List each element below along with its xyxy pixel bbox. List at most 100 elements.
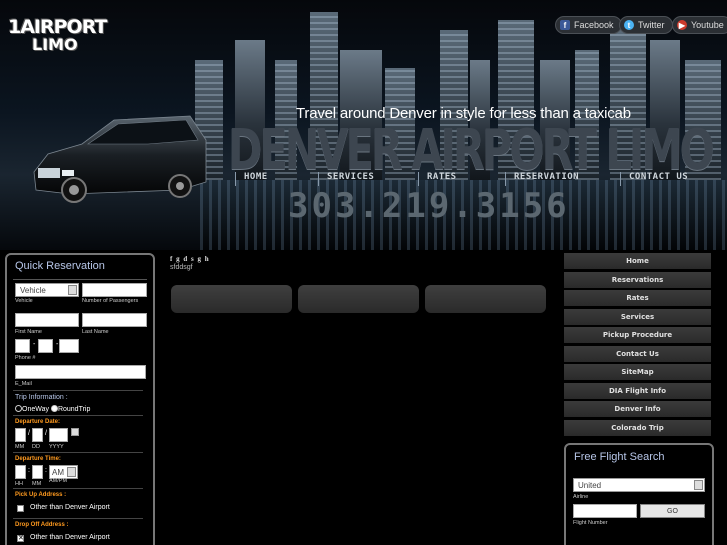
calendar-icon[interactable]: [71, 428, 79, 436]
quick-reservation-form: Vehicle Vehicle Number of Passengers Fir…: [13, 279, 147, 542]
logo-line2: LIMO: [32, 35, 78, 54]
youtube-icon: ▶: [677, 20, 687, 30]
nav-home[interactable]: HOME: [235, 172, 268, 186]
content-panel: [298, 285, 419, 313]
menu-item-rates[interactable]: Rates: [564, 290, 711, 306]
chevron-down-icon: [68, 285, 77, 295]
pickup-other-checkbox[interactable]: [17, 505, 24, 512]
nav-reservation[interactable]: RESERVATION: [505, 172, 579, 186]
flight-number-input[interactable]: [573, 504, 637, 518]
time-separator: :: [28, 467, 30, 474]
ampm-select-value: AM: [52, 468, 64, 477]
go-button[interactable]: GO: [640, 504, 705, 518]
date-year-input[interactable]: [49, 428, 68, 442]
content-heading: f g d s g h: [170, 255, 210, 263]
phone-caption: Phone #: [15, 355, 36, 361]
quick-reservation-title: Quick Reservation: [15, 260, 105, 272]
facebook-link[interactable]: f Facebook: [555, 16, 622, 34]
dropoff-other-checkbox[interactable]: ✕: [17, 535, 24, 542]
youtube-label: Youtube: [691, 20, 724, 30]
site-logo[interactable]: 1AIRPORT LIMO: [8, 16, 107, 54]
divider: [13, 452, 143, 453]
flight-search-panel: Free Flight Search United Airline GO Fli…: [564, 443, 714, 545]
menu-item-sitemap[interactable]: SiteMap: [564, 364, 711, 380]
airline-select[interactable]: United: [573, 478, 705, 492]
email-input[interactable]: [15, 365, 146, 379]
twitter-icon: t: [624, 20, 634, 30]
menu-item-colorado-trip[interactable]: Colorado Trip: [564, 420, 711, 436]
divider: [13, 415, 143, 416]
phone-number: 303.219.3156: [288, 186, 570, 226]
flight-search-title: Free Flight Search: [574, 451, 665, 463]
facebook-label: Facebook: [574, 20, 614, 30]
roundtrip-label: RoundTrip: [57, 406, 91, 413]
oneway-label: OneWay: [22, 406, 49, 413]
ampm-select[interactable]: AM: [49, 465, 78, 479]
airline-caption: Airline: [573, 494, 589, 500]
nav-rates[interactable]: RATES: [418, 172, 457, 186]
mm-caption: MM: [15, 444, 25, 450]
first-name-input[interactable]: [15, 313, 79, 327]
date-day-input[interactable]: [32, 428, 43, 442]
content-panel: [425, 285, 546, 313]
time-hour-input[interactable]: [15, 465, 26, 479]
last-name-input[interactable]: [82, 313, 147, 327]
menu-item-home[interactable]: Home: [564, 253, 711, 269]
menu-item-denver-info[interactable]: Denver Info: [564, 401, 711, 417]
divider: [13, 390, 143, 391]
quick-reservation-panel: Quick Reservation Vehicle Vehicle Number…: [5, 253, 155, 545]
divider: [13, 488, 143, 489]
limousine-image: [33, 115, 207, 203]
menu-item-contact-us[interactable]: Contact Us: [564, 346, 711, 362]
menu-item-pickup-procedure[interactable]: Pickup Procedure: [564, 327, 711, 343]
departure-time-label: Departure Time:: [15, 456, 61, 462]
facebook-icon: f: [560, 20, 570, 30]
yyyy-caption: YYYY: [49, 444, 64, 450]
menu-item-reservations[interactable]: Reservations: [564, 272, 711, 288]
dropoff-address-label: Drop Off Address :: [15, 522, 69, 528]
hh-caption: HH: [15, 481, 23, 487]
date-separator: /: [28, 430, 30, 437]
airline-select-value: United: [578, 481, 602, 490]
vehicle-select[interactable]: Vehicle: [15, 283, 79, 297]
dd-caption: DD: [32, 444, 40, 450]
phone-area-input[interactable]: [15, 339, 30, 353]
roundtrip-radio[interactable]: [50, 405, 58, 412]
time-minute-input[interactable]: [32, 465, 43, 479]
nav-services[interactable]: SERVICES: [318, 172, 374, 186]
chevron-down-icon: [694, 480, 703, 490]
phone-line-input[interactable]: [59, 339, 79, 353]
checkbox-check-icon: ✕: [18, 535, 24, 542]
twitter-link[interactable]: t Twitter: [619, 16, 673, 34]
phone-separator: -: [33, 341, 36, 348]
divider: [13, 518, 143, 519]
phone-prefix-input[interactable]: [38, 339, 53, 353]
oneway-radio[interactable]: [15, 405, 22, 412]
ampm-caption: AM/PM: [49, 478, 68, 484]
chevron-down-icon: [67, 467, 76, 477]
vehicle-caption: Vehicle: [15, 298, 33, 304]
departure-date-label: Departure Date:: [15, 419, 61, 425]
flight-number-caption: Flight Number: [573, 520, 608, 526]
passengers-input[interactable]: [82, 283, 147, 297]
menu-item-services[interactable]: Services: [564, 309, 711, 325]
twitter-label: Twitter: [638, 20, 665, 30]
dropoff-other-label: Other than Denver Airport: [30, 534, 110, 541]
email-caption: E_Mail: [15, 381, 32, 387]
pickup-address-label: Pick Up Address :: [15, 492, 67, 498]
vehicle-select-value: Vehicle: [20, 286, 46, 295]
youtube-link[interactable]: ▶ Youtube: [672, 16, 727, 34]
header-banner: 1AIRPORT LIMO f Facebook t Twitter ▶ You…: [0, 0, 727, 250]
date-month-input[interactable]: [15, 428, 26, 442]
phone-separator: -: [56, 341, 59, 348]
menu-item-dia-flight-info[interactable]: DIA Flight Info: [564, 383, 711, 399]
first-name-caption: First Name: [15, 329, 42, 335]
time-separator: :: [45, 467, 47, 474]
content-panel: [171, 285, 292, 313]
date-separator: /: [45, 430, 47, 437]
min-caption: MM: [32, 481, 42, 487]
nav-contact-us[interactable]: CONTACT US: [620, 172, 688, 186]
content-text: sfddsgf: [170, 264, 193, 271]
passengers-caption: Number of Passengers: [82, 298, 139, 304]
trip-type-radios: OneWay RoundTrip: [15, 405, 90, 413]
